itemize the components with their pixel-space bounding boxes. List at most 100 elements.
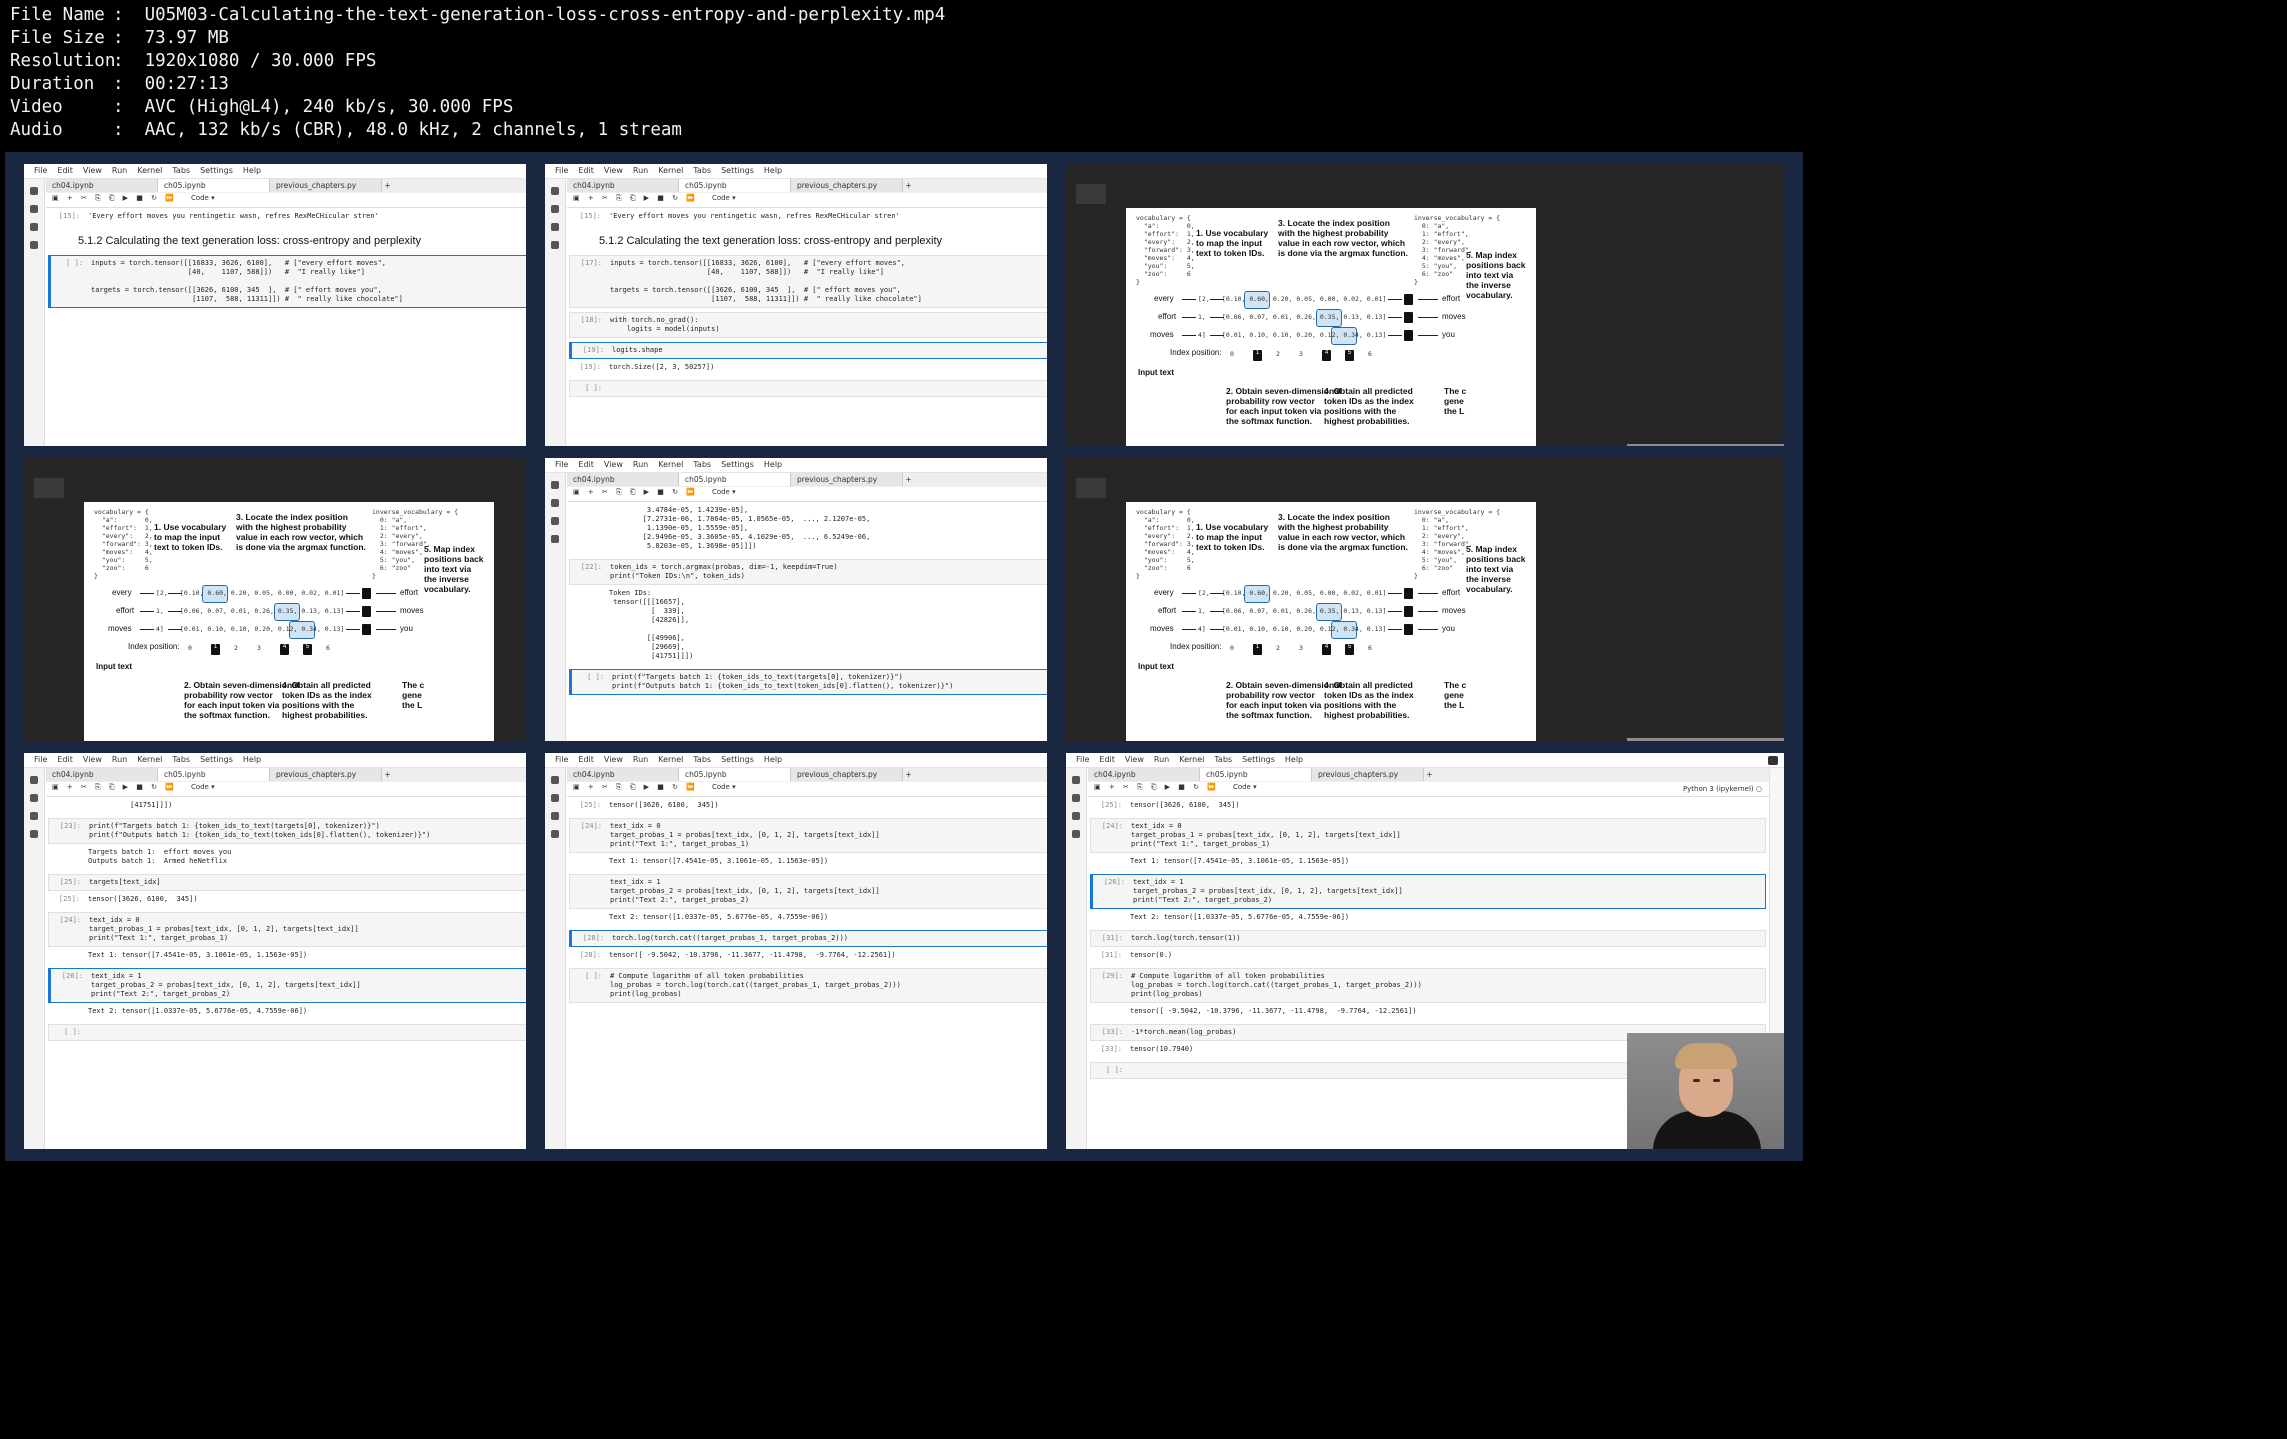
- menu-item-view[interactable]: View: [604, 164, 623, 178]
- menu-item-tabs[interactable]: Tabs: [172, 164, 190, 178]
- extension-icon[interactable]: [551, 241, 559, 249]
- menu-item-run[interactable]: Run: [112, 164, 127, 178]
- add-tab-icon[interactable]: +: [903, 181, 911, 190]
- cell-type-select[interactable]: Code ▾: [712, 488, 736, 496]
- folder-icon[interactable]: [1072, 776, 1080, 784]
- toolbar-icons[interactable]: ▣ + ✂ ⎘ ⎗ ▶ ■ ↻ ⏩: [1094, 783, 1219, 791]
- menu-item-tabs[interactable]: Tabs: [693, 458, 711, 472]
- extension-icon[interactable]: [30, 241, 38, 249]
- running-icon[interactable]: [551, 205, 559, 213]
- toc-icon[interactable]: [551, 223, 559, 231]
- menu-item-file[interactable]: File: [34, 164, 47, 178]
- toc-icon[interactable]: [551, 812, 559, 820]
- toolbar-icons[interactable]: ▣ + ✂ ⎘ ⎗ ▶ ■ ↻ ⏩: [573, 194, 698, 202]
- folder-icon[interactable]: [551, 481, 559, 489]
- code-cell[interactable]: [29]: # Compute logarithm of all token pr…: [1090, 968, 1766, 1003]
- menu-item-tabs[interactable]: Tabs: [1214, 753, 1232, 767]
- tab-ch04-ipynb[interactable]: ch04.ipynb: [1088, 768, 1200, 781]
- folder-icon[interactable]: [30, 187, 38, 195]
- menu-item-kernel[interactable]: Kernel: [658, 458, 683, 472]
- tab-ch04-ipynb[interactable]: ch04.ipynb: [46, 179, 158, 192]
- menu-item-file[interactable]: File: [1076, 753, 1089, 767]
- cell-type-select[interactable]: Code ▾: [712, 783, 736, 791]
- menu-item-help[interactable]: Help: [764, 164, 782, 178]
- tab-previous_chapters-py[interactable]: previous_chapters.py: [270, 179, 382, 192]
- code-cell[interactable]: [24]: text_idx = 0 target_probas_1 = proba…: [1090, 818, 1766, 853]
- menu-item-kernel[interactable]: Kernel: [1179, 753, 1204, 767]
- cell-type-select[interactable]: Code ▾: [191, 783, 215, 791]
- folder-icon[interactable]: [30, 776, 38, 784]
- extension-icon[interactable]: [1072, 830, 1080, 838]
- menu-item-edit[interactable]: Edit: [57, 753, 73, 767]
- menu-item-view[interactable]: View: [604, 458, 623, 472]
- tab-ch05-ipynb[interactable]: ch05.ipynb: [158, 179, 270, 192]
- tab-ch05-ipynb[interactable]: ch05.ipynb: [679, 179, 791, 192]
- menu-item-help[interactable]: Help: [243, 753, 261, 767]
- menu-item-run[interactable]: Run: [633, 753, 648, 767]
- tab-ch04-ipynb[interactable]: ch04.ipynb: [46, 768, 158, 781]
- tab-ch05-ipynb[interactable]: ch05.ipynb: [1200, 768, 1312, 781]
- menu-item-help[interactable]: Help: [243, 164, 261, 178]
- menu-item-settings[interactable]: Settings: [721, 458, 754, 472]
- add-tab-icon[interactable]: +: [382, 181, 390, 190]
- tab-previous_chapters-py[interactable]: previous_chapters.py: [791, 179, 903, 192]
- menu-item-edit[interactable]: Edit: [578, 164, 594, 178]
- cell-type-select[interactable]: Code ▾: [191, 194, 215, 202]
- menu-item-settings[interactable]: Settings: [200, 164, 233, 178]
- menu-item-help[interactable]: Help: [764, 458, 782, 472]
- menu-item-file[interactable]: File: [555, 164, 568, 178]
- menu-item-settings[interactable]: Settings: [721, 753, 754, 767]
- menu-item-kernel[interactable]: Kernel: [137, 164, 162, 178]
- tab-ch04-ipynb[interactable]: ch04.ipynb: [567, 179, 679, 192]
- tab-ch05-ipynb[interactable]: ch05.ipynb: [158, 768, 270, 781]
- menu-item-run[interactable]: Run: [633, 164, 648, 178]
- add-tab-icon[interactable]: +: [1424, 770, 1432, 779]
- tab-previous_chapters-py[interactable]: previous_chapters.py: [791, 473, 903, 486]
- running-icon[interactable]: [551, 794, 559, 802]
- toc-icon[interactable]: [551, 517, 559, 525]
- menu-item-settings[interactable]: Settings: [1242, 753, 1275, 767]
- menu-item-settings[interactable]: Settings: [721, 164, 754, 178]
- menu-item-tabs[interactable]: Tabs: [693, 753, 711, 767]
- menu-item-view[interactable]: View: [83, 164, 102, 178]
- folder-icon[interactable]: [551, 776, 559, 784]
- menu-item-view[interactable]: View: [604, 753, 623, 767]
- menu-item-file[interactable]: File: [555, 458, 568, 472]
- menu-item-kernel[interactable]: Kernel: [137, 753, 162, 767]
- running-icon[interactable]: [30, 794, 38, 802]
- menu-item-edit[interactable]: Edit: [57, 164, 73, 178]
- menu-item-run[interactable]: Run: [633, 458, 648, 472]
- code-cell[interactable]: [31]: torch.log(torch.tensor(1)): [1090, 930, 1766, 947]
- menu-item-settings[interactable]: Settings: [200, 753, 233, 767]
- menu-item-run[interactable]: Run: [1154, 753, 1169, 767]
- menu-item-edit[interactable]: Edit: [578, 458, 594, 472]
- menu-item-kernel[interactable]: Kernel: [658, 164, 683, 178]
- tab-ch05-ipynb[interactable]: ch05.ipynb: [679, 473, 791, 486]
- menu-item-kernel[interactable]: Kernel: [658, 753, 683, 767]
- toolbar-icons[interactable]: ▣ + ✂ ⎘ ⎗ ▶ ■ ↻ ⏩: [573, 488, 698, 496]
- cell-type-select[interactable]: Code ▾: [1233, 783, 1257, 791]
- video-thumbnail[interactable]: File Edit View Run Kernel Tabs Settings Help ch0…: [1047, 741, 1803, 1161]
- menu-item-run[interactable]: Run: [112, 753, 127, 767]
- toolbar-icons[interactable]: ▣ + ✂ ⎘ ⎗ ▶ ■ ↻ ⏩: [573, 783, 698, 791]
- tab-ch04-ipynb[interactable]: ch04.ipynb: [567, 473, 679, 486]
- menu-item-file[interactable]: File: [555, 753, 568, 767]
- add-tab-icon[interactable]: +: [903, 475, 911, 484]
- menu-item-help[interactable]: Help: [1285, 753, 1303, 767]
- menu-item-view[interactable]: View: [1125, 753, 1144, 767]
- menu-item-tabs[interactable]: Tabs: [172, 753, 190, 767]
- toolbar-icons[interactable]: ▣ + ✂ ⎘ ⎗ ▶ ■ ↻ ⏩: [52, 194, 177, 202]
- tab-previous_chapters-py[interactable]: previous_chapters.py: [1312, 768, 1424, 781]
- toc-icon[interactable]: [30, 812, 38, 820]
- add-tab-icon[interactable]: +: [903, 770, 911, 779]
- menu-item-tabs[interactable]: Tabs: [693, 164, 711, 178]
- tab-ch05-ipynb[interactable]: ch05.ipynb: [679, 768, 791, 781]
- add-tab-icon[interactable]: +: [382, 770, 390, 779]
- extension-icon[interactable]: [551, 535, 559, 543]
- tab-previous_chapters-py[interactable]: previous_chapters.py: [791, 768, 903, 781]
- cell-type-select[interactable]: Code ▾: [712, 194, 736, 202]
- menu-item-edit[interactable]: Edit: [1099, 753, 1115, 767]
- toc-icon[interactable]: [1072, 812, 1080, 820]
- toolbar-icons[interactable]: ▣ + ✂ ⎘ ⎗ ▶ ■ ↻ ⏩: [52, 783, 177, 791]
- menu-item-edit[interactable]: Edit: [578, 753, 594, 767]
